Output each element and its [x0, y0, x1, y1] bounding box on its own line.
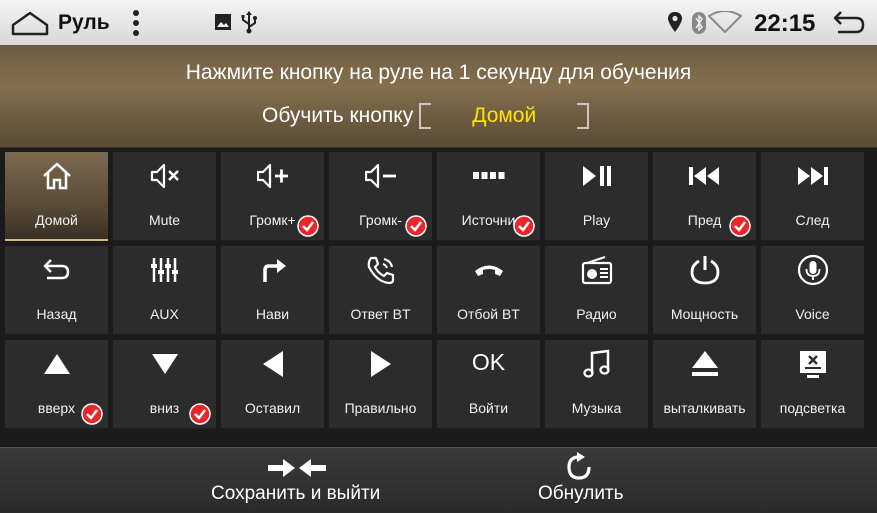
volume-up-icon	[257, 163, 288, 189]
instruction-text: Нажмите кнопку на руле на 1 секунду для …	[185, 61, 692, 84]
triangle-left-icon	[263, 351, 283, 377]
key-right[interactable]: Правильно	[329, 340, 432, 429]
triangle-right-icon	[371, 351, 391, 377]
next-icon	[798, 167, 828, 185]
key-label: Отбой BT	[457, 306, 520, 322]
usb-icon	[241, 11, 257, 34]
key-label: Voice	[795, 306, 830, 322]
back-icon[interactable]	[832, 9, 866, 35]
image-icon	[215, 14, 231, 30]
check-icon	[729, 215, 751, 237]
backlight-icon	[800, 351, 826, 378]
check-icon	[405, 215, 427, 237]
check-icon	[81, 403, 103, 425]
swap-arrows-icon	[268, 459, 326, 477]
learn-header: Нажмите кнопку на руле на 1 секунду для …	[0, 45, 877, 148]
key-label: Радио	[576, 306, 617, 322]
music-note-icon	[583, 349, 610, 378]
navigation-turn-icon	[263, 259, 286, 282]
play-pause-icon	[583, 166, 611, 186]
source-icon	[473, 172, 505, 179]
key-backlight[interactable]: подсветка	[761, 340, 864, 429]
triangle-down-icon	[152, 354, 178, 374]
status-bar: Руль 22:15	[0, 0, 877, 45]
key-aux[interactable]: AUX	[113, 246, 216, 335]
key-label: Play	[582, 212, 611, 228]
key-label: Mute	[148, 212, 181, 228]
reset-label: Обнулить	[538, 483, 624, 504]
reset-button[interactable]: Обнулить	[530, 448, 630, 513]
home-icon	[43, 162, 71, 190]
key-voice[interactable]: Voice	[761, 246, 864, 335]
key-label: Войти	[468, 400, 509, 416]
key-label: Музыка	[571, 400, 622, 416]
return-icon	[43, 259, 70, 280]
check-icon	[189, 403, 211, 425]
key-mute[interactable]: Mute	[113, 152, 216, 241]
phone-answer-icon	[367, 256, 395, 285]
mute-icon	[150, 163, 179, 189]
key-power[interactable]: Мощность	[653, 246, 756, 335]
key-up[interactable]: вверх	[5, 340, 108, 429]
more-vert-icon[interactable]	[130, 8, 142, 38]
key-eject[interactable]: выталкивать	[653, 340, 756, 429]
reset-icon	[567, 452, 591, 480]
key-next[interactable]: След	[761, 152, 864, 241]
button-grid: Домой Mute Громк+ Громк- Источни Play Пр…	[5, 152, 867, 435]
key-label: AUX	[150, 306, 179, 322]
key-down[interactable]: вниз	[113, 340, 216, 429]
key-label: подсветка	[779, 400, 846, 416]
key-navi[interactable]: Нави	[221, 246, 324, 335]
check-icon	[513, 215, 535, 237]
learn-value: Домой	[472, 104, 537, 127]
key-label: След	[795, 212, 830, 228]
bluetooth-icon	[692, 12, 706, 34]
key-music[interactable]: Музыка	[545, 340, 648, 429]
key-source[interactable]: Источни	[437, 152, 540, 241]
key-label: Ответ BT	[350, 306, 411, 322]
save-exit-label: Сохранить и выйти	[211, 483, 381, 504]
location-icon	[668, 12, 682, 32]
key-hangup-bt[interactable]: Отбой BT	[437, 246, 540, 335]
triangle-up-icon	[44, 354, 70, 374]
key-enter[interactable]: OK Войти	[437, 340, 540, 429]
key-label: Правильно	[344, 400, 417, 416]
equalizer-icon	[151, 258, 178, 282]
key-label: Домой	[35, 212, 78, 228]
power-icon	[690, 256, 720, 285]
footer-bar: Сохранить и выйти Обнулить	[0, 447, 877, 513]
learn-row: Обучить кнопку Домой	[262, 103, 590, 129]
learn-label: Обучить кнопку	[262, 104, 414, 127]
key-radio[interactable]: Радио	[545, 246, 648, 335]
key-label: Оставил	[244, 400, 301, 416]
ok-icon: OK	[471, 349, 506, 375]
key-label: Назад	[36, 306, 77, 322]
key-left[interactable]: Оставил	[221, 340, 324, 429]
key-play[interactable]: Play	[545, 152, 648, 241]
key-volume-down[interactable]: Громк-	[329, 152, 432, 241]
key-volume-up[interactable]: Громк+	[221, 152, 324, 241]
check-icon	[297, 215, 319, 237]
key-label: Нави	[255, 306, 290, 322]
home-icon[interactable]	[10, 9, 50, 37]
page-title: Руль	[58, 11, 110, 34]
save-exit-button[interactable]: Сохранить и выйти	[205, 448, 395, 513]
volume-down-icon	[365, 163, 396, 189]
key-back[interactable]: Назад	[5, 246, 108, 335]
key-answer-bt[interactable]: Ответ BT	[329, 246, 432, 335]
key-previous[interactable]: Пред	[653, 152, 756, 241]
wifi-icon	[708, 11, 742, 33]
previous-icon	[689, 167, 719, 185]
microphone-icon	[797, 254, 829, 286]
clock: 22:15	[754, 10, 816, 37]
key-label: выталкивать	[663, 400, 746, 416]
eject-icon	[692, 351, 718, 376]
learn-value-box: Домой	[419, 103, 590, 129]
key-label: Мощность	[670, 306, 739, 322]
phone-hangup-icon	[475, 265, 503, 276]
key-home[interactable]: Домой	[5, 152, 108, 241]
radio-icon	[581, 256, 613, 285]
